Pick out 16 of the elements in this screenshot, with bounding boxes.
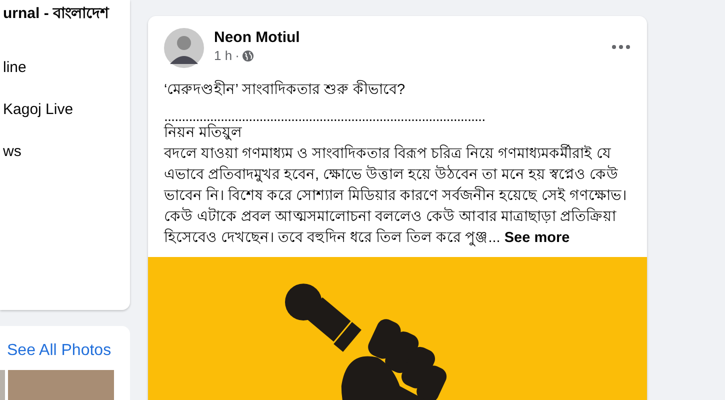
- globe-icon: [242, 50, 254, 62]
- see-more-link[interactable]: See more: [504, 230, 570, 246]
- page-link[interactable]: Kagoj Live: [3, 100, 74, 120]
- author-name[interactable]: Neon Motiul: [214, 28, 300, 48]
- page-link[interactable]: line: [3, 58, 26, 78]
- see-all-photos-link[interactable]: See All Photos: [7, 342, 112, 360]
- more-options-icon[interactable]: [611, 44, 631, 50]
- post-body: বদলে যাওয়া গণমাধ্যম ও সাংবাদিকতার বিরূপ চরিত্র নিয়ে গণমাধ্যমকর্মীরাই যে এভাবে প্রতিবাদমুখর হবেন, ক্ষোভে উত্তাল হয়ে উঠবেন তা মনে হয় স্বপ্নেও কেউ ভাবেন নি। বিশেষ করে সোশ্যাল মিডিয়ার কারণে সর্বজনীন হয়েছে সেই গণক্ষোভ। কেউ এটাকে প্রবল আত্মসমালোচনা বললেও কেউ আবার মাত্রাছাড়া প্রতিক্রিয়া হিসেবেও দেখছেন। তবে বহুদিন ধরে তিল তিল করে পুঞ্জ... See more: [164, 144, 628, 248]
- time-separator: ·: [235, 48, 240, 63]
- avatar-icon[interactable]: [164, 28, 204, 68]
- page-link[interactable]: ws: [3, 142, 22, 162]
- page-link[interactable]: urnal - বাংলাদেশ: [3, 4, 110, 24]
- post-title: ‘মেরুদণ্ডহীন’ সাংবাদিকতার শুরু কীভাবে?: [164, 80, 406, 100]
- dotted-separator: ...........................................................................................: [164, 111, 486, 123]
- post-time[interactable]: 1 h: [214, 48, 232, 63]
- post-byline: নিয়ন মতিয়ুল: [164, 123, 244, 143]
